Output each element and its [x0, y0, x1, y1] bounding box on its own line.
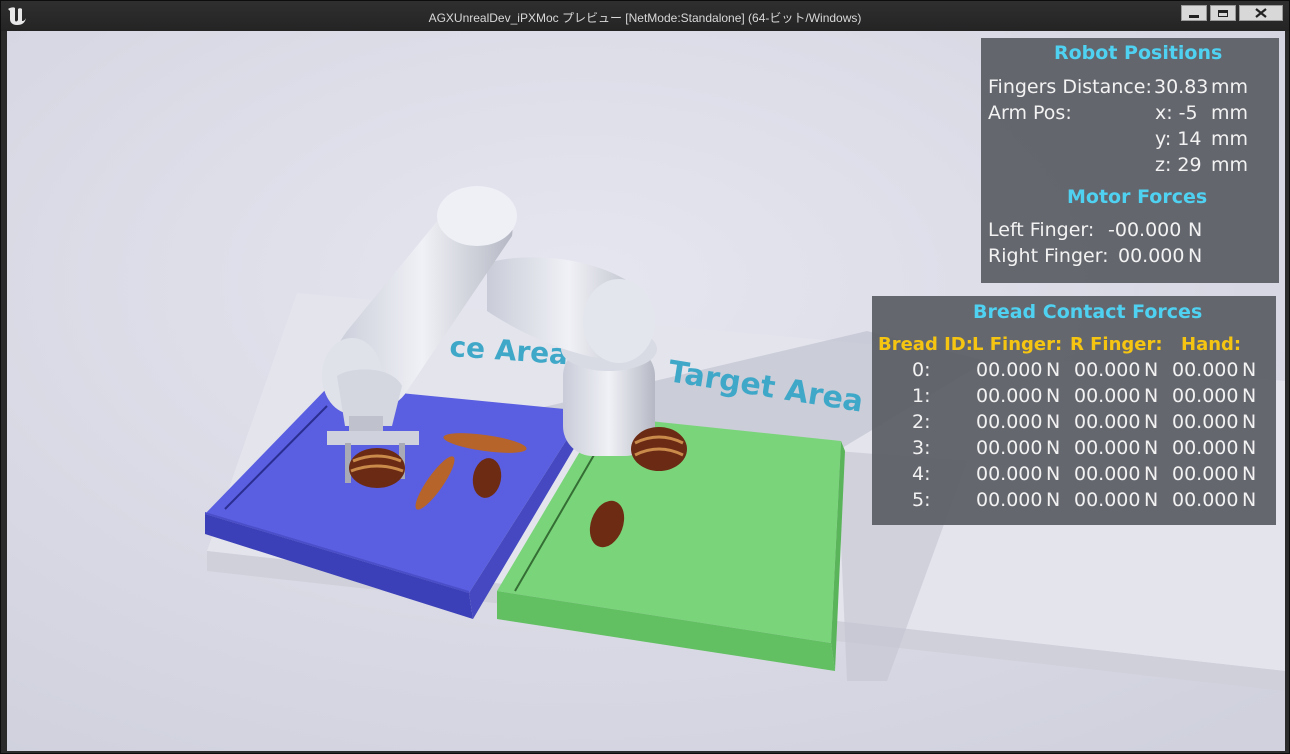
bread-row-id: 1: [912, 385, 931, 407]
bread-row-id: 3: [912, 437, 931, 459]
bread-row-unit: N [1046, 359, 1061, 381]
bread-row-value-l: 00.000 [976, 489, 1043, 511]
bread-row-value-h: 00.000 [1172, 489, 1239, 511]
arm-pos-x: x: -5 [1155, 102, 1198, 124]
fingers-distance-value: 30.83 [1154, 76, 1209, 98]
header-hand: Hand: [1181, 334, 1242, 355]
bread-row-value-h: 00.000 [1172, 411, 1239, 433]
bread-row-value-l: 00.000 [976, 411, 1043, 433]
bread-row-id: 5: [912, 489, 931, 511]
bread-row-unit: N [1046, 437, 1061, 459]
bread-row-unit: N [1242, 385, 1257, 407]
close-button[interactable] [1239, 5, 1283, 21]
bread-row-unit: N [1242, 437, 1257, 459]
bread-row-value-r: 00.000 [1074, 437, 1141, 459]
minimize-icon [1189, 14, 1199, 18]
header-r-finger: R Finger: [1070, 334, 1163, 355]
bread-row-value-r: 00.000 [1074, 489, 1141, 511]
bread-row-value-l: 00.000 [976, 463, 1043, 485]
bread-row-value-r: 00.000 [1074, 359, 1141, 381]
left-finger-unit: N [1188, 219, 1203, 241]
bread-row-unit: N [1046, 463, 1061, 485]
fingers-distance-label: Fingers Distance: [988, 76, 1152, 98]
right-finger-value: 00.000 [1118, 245, 1185, 267]
maximize-button[interactable] [1210, 5, 1236, 21]
header-bread-id: Bread ID: [878, 334, 973, 355]
bread-row-unit: N [1144, 437, 1159, 459]
app-window: AGXUnrealDev_iPXMoc プレビュー [NetMode:Stand… [0, 0, 1290, 754]
arm-pos-label: Arm Pos: [988, 102, 1072, 124]
arm-pos-y-unit: mm [1211, 128, 1249, 150]
bread-row-unit: N [1242, 489, 1257, 511]
bread-row-unit: N [1144, 463, 1159, 485]
bread-row-value-h: 00.000 [1172, 463, 1239, 485]
bread-row-id: 2: [912, 411, 931, 433]
motor-forces-title: Motor Forces [1067, 186, 1208, 208]
minimize-button[interactable] [1181, 5, 1207, 21]
bread-row-value-r: 00.000 [1074, 385, 1141, 407]
arm-pos-z-unit: mm [1211, 154, 1249, 176]
bread-row-unit: N [1046, 385, 1061, 407]
bread-row-unit: N [1046, 489, 1061, 511]
game-viewport[interactable]: ce Area Target Area Robot Positions Fing… [7, 31, 1285, 751]
bread-row-value-r: 00.000 [1074, 463, 1141, 485]
header-l-finger: L Finger: [972, 334, 1063, 355]
bread-row-id: 4: [912, 463, 931, 485]
bread-contact-title: Bread Contact Forces [973, 301, 1203, 323]
close-icon [1255, 8, 1267, 18]
window-title: AGXUnrealDev_iPXMoc プレビュー [NetMode:Stand… [428, 11, 862, 25]
maximize-icon [1218, 9, 1228, 17]
bread-row-unit: N [1242, 411, 1257, 433]
bread-row-value-r: 00.000 [1074, 411, 1141, 433]
bread-row-value-h: 00.000 [1172, 385, 1239, 407]
bread-contact-panel: Bread Contact Forces Bread ID: L Finger:… [872, 296, 1276, 525]
arm-pos-x-unit: mm [1211, 102, 1249, 124]
title-bar[interactable]: AGXUnrealDev_iPXMoc プレビュー [NetMode:Stand… [1, 1, 1289, 31]
bread-row-id: 0: [912, 359, 931, 381]
bread-row-unit: N [1242, 359, 1257, 381]
bread-row-value-l: 00.000 [976, 359, 1043, 381]
left-finger-value: -00.000 [1108, 219, 1182, 241]
right-finger-unit: N [1188, 245, 1203, 267]
bread-row-unit: N [1144, 359, 1159, 381]
left-finger-label: Left Finger: [988, 219, 1095, 241]
bread-row-value-l: 00.000 [976, 437, 1043, 459]
arm-pos-y: y: 14 [1155, 128, 1202, 150]
bread-row-value-h: 00.000 [1172, 359, 1239, 381]
bread-row-unit: N [1046, 411, 1061, 433]
bread-row-unit: N [1144, 411, 1159, 433]
bread-row-value-h: 00.000 [1172, 437, 1239, 459]
robot-positions-panel: Robot Positions Fingers Distance: 30.83 … [981, 38, 1279, 283]
robot-positions-title: Robot Positions [1054, 42, 1223, 64]
bread-row-unit: N [1242, 463, 1257, 485]
fingers-distance-unit: mm [1211, 76, 1249, 98]
bread-row-unit: N [1144, 385, 1159, 407]
arm-pos-z: z: 29 [1155, 154, 1202, 176]
bread-row-unit: N [1144, 489, 1159, 511]
bread-row-value-l: 00.000 [976, 385, 1043, 407]
right-finger-label: Right Finger: [988, 245, 1109, 267]
